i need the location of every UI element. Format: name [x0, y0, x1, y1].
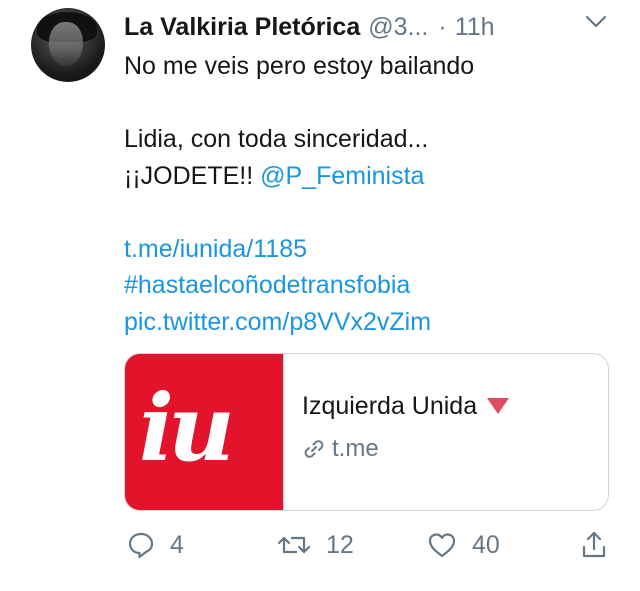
share-button[interactable] [580, 530, 608, 560]
card-body: Izquierda Unida t.me [284, 354, 510, 510]
reply-button[interactable]: 4 [126, 530, 184, 560]
link-card[interactable]: iu Izquierda Unida t.me [124, 353, 609, 511]
like-button[interactable]: 40 [426, 530, 500, 560]
logo-text: iu [139, 374, 235, 482]
avatar-face [49, 22, 83, 66]
separator-dot: · [438, 12, 447, 41]
like-icon [428, 533, 456, 558]
reply-icon [128, 532, 154, 559]
tweet-line: No me veis pero estoy bailando [124, 52, 475, 80]
chevron-down-icon[interactable] [584, 12, 608, 32]
tweet-line: ¡¡JODETE!! @P_Feminista [124, 158, 614, 195]
tweet-text-prefix: ¡¡JODETE!! [124, 161, 261, 190]
tweet-time[interactable]: 11h [455, 13, 495, 42]
retweet-count: 12 [326, 530, 354, 559]
card-domain-row: t.me [302, 435, 509, 463]
share-icon [582, 531, 606, 558]
triangle-icon [487, 397, 510, 414]
retweet-button[interactable]: 12 [276, 530, 354, 560]
retweet-icon [277, 536, 311, 554]
mention-link[interactable]: @P_Feminista [260, 162, 424, 190]
author-handle[interactable]: @3... [368, 13, 428, 42]
tweet-line: Lidia, con toda sinceridad... [124, 125, 429, 153]
hashtag-link[interactable]: #hastaelcoñodetransfobia [124, 267, 614, 304]
author-name[interactable]: La Valkiria Pletórica [124, 13, 360, 42]
reply-count: 4 [170, 530, 184, 559]
card-title-row: Izquierda Unida [302, 392, 510, 421]
url-link[interactable]: t.me/iunida/1185 [124, 231, 614, 268]
avatar[interactable] [31, 8, 105, 82]
tweet-text: No me veis pero estoy bailando Lidia, co… [124, 48, 614, 340]
like-count: 40 [472, 530, 500, 559]
card-logo: iu [125, 354, 284, 510]
link-icon [304, 440, 324, 458]
card-domain: t.me [332, 435, 379, 462]
tweet-header: La Valkiria Pletórica @3... · 11h [124, 10, 610, 44]
pic-link[interactable]: pic.twitter.com/p8VVx2vZim [124, 304, 614, 341]
tweet-actions: 4 12 40 [124, 530, 614, 570]
card-title: Izquierda Unida [302, 392, 478, 420]
